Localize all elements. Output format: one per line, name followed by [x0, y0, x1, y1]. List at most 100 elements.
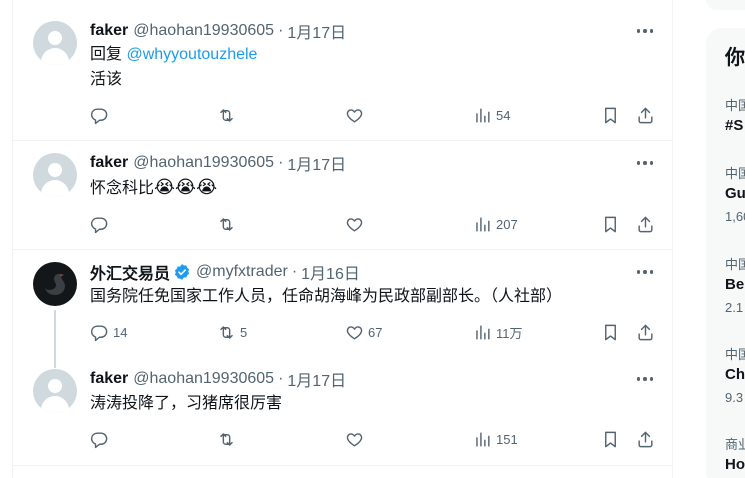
reply-icon — [90, 106, 109, 125]
avatar[interactable] — [33, 262, 77, 306]
trend-item[interactable]: Ch — [725, 366, 745, 383]
share-icon — [636, 430, 655, 449]
like-button[interactable]: 67 — [345, 321, 382, 343]
views-count: 54 — [496, 107, 511, 123]
retweet-icon — [217, 106, 236, 125]
share-button[interactable] — [636, 213, 655, 235]
views-count: 151 — [496, 431, 518, 447]
separator: · — [291, 263, 298, 280]
timeline: faker @haohan19930605 · 1月17日 回复 @whyyou… — [12, 0, 673, 478]
reply-button[interactable] — [90, 428, 113, 450]
reply-count: 14 — [113, 324, 128, 340]
default-avatar-icon[interactable] — [33, 369, 77, 413]
timestamp[interactable]: 1月17日 — [287, 19, 346, 43]
share-icon — [636, 215, 655, 234]
views-button[interactable]: 151 — [473, 428, 518, 450]
retweet-button[interactable] — [217, 213, 240, 235]
retweet-button[interactable] — [217, 428, 240, 450]
retweet-icon — [217, 323, 236, 342]
trend-item[interactable]: Gu — [725, 185, 745, 202]
tweet-text-body: 怀念科比 — [90, 180, 155, 197]
share-button[interactable] — [636, 321, 655, 343]
reply-button[interactable] — [90, 104, 113, 126]
like-icon — [345, 215, 364, 234]
like-button[interactable] — [345, 428, 368, 450]
tweet-text: 涛涛投降了，习猪席很厉害 — [90, 395, 283, 412]
trend-item[interactable]: Be — [725, 276, 744, 293]
tweet[interactable]: faker @haohan19930605 · 1月17日 回复 @whyyou… — [13, 9, 673, 141]
like-button[interactable] — [345, 213, 368, 235]
views-button[interactable]: 11万 — [473, 321, 523, 343]
tweet[interactable]: 外汇交易员 @myfxtrader · 1月16日 国务院任免国家工作人员，任命… — [13, 250, 673, 368]
like-icon — [345, 106, 364, 125]
bookmark-icon — [601, 323, 620, 342]
trend-category: 中国 — [725, 347, 745, 362]
trends-panel: 你 中国 #S 中国 Gu 1,60 中国 Be 2.1 中国 Ch 9.3 商… — [706, 28, 745, 478]
trend-category: 商业 — [725, 437, 745, 452]
retweet-icon — [217, 430, 236, 449]
bookmark-button[interactable] — [601, 428, 620, 450]
retweet-button[interactable]: 5 — [217, 321, 247, 343]
trend-category: 中国 — [725, 98, 745, 113]
tweet[interactable]: faker @haohan19930605 · 1月17日 怀念科比😭😭😭 20… — [13, 141, 673, 250]
bookmark-button[interactable] — [601, 321, 620, 343]
retweet-count: 5 — [240, 324, 248, 340]
tweet-text: 怀念科比😭😭😭 — [90, 177, 217, 199]
trends-title: 你 — [725, 47, 745, 69]
crying-emoji: 😭😭😭 — [154, 177, 218, 197]
bookmark-button[interactable] — [601, 104, 620, 126]
views-icon — [473, 106, 492, 125]
trend-category: 中国 — [725, 166, 745, 181]
mention-link[interactable]: @whyyoutouzhele — [126, 46, 257, 63]
action-bar: 54 — [90, 104, 660, 126]
bookmark-icon — [601, 430, 620, 449]
views-icon — [473, 323, 492, 342]
author-handle[interactable]: @myfxtrader — [196, 263, 288, 281]
like-button[interactable] — [345, 104, 368, 126]
retweet-button[interactable] — [217, 104, 240, 126]
retweet-icon — [217, 215, 236, 234]
author-name[interactable]: 外汇交易员 — [90, 260, 170, 284]
bookmark-button[interactable] — [601, 213, 620, 235]
views-button[interactable]: 54 — [473, 104, 510, 126]
trend-item[interactable]: #S — [725, 117, 743, 134]
more-icon[interactable] — [635, 369, 655, 389]
views-button[interactable]: 207 — [473, 213, 518, 235]
action-bar: 151 — [90, 428, 660, 450]
tweet-header: faker @haohan19930605 · 1月17日 — [90, 19, 346, 43]
bookmark-icon — [601, 106, 620, 125]
separator: · — [278, 22, 284, 39]
author-name[interactable]: faker — [90, 154, 128, 172]
author-name[interactable]: faker — [90, 22, 128, 40]
more-icon[interactable] — [635, 262, 655, 282]
bookmark-icon — [601, 215, 620, 234]
timestamp[interactable]: 1月17日 — [287, 151, 346, 175]
views-icon — [473, 430, 492, 449]
author-handle[interactable]: @haohan19930605 — [133, 154, 274, 172]
verified-badge-icon — [174, 264, 190, 280]
tweet-text: 国务院任免国家工作人员，任命胡海峰为民政部副部长。（人社部） — [90, 288, 563, 305]
sidebar-search-box[interactable] — [706, 0, 745, 10]
timestamp[interactable]: 1月17日 — [287, 367, 346, 391]
reply-context: 回复 @whyyoutouzhele — [90, 45, 257, 65]
share-icon — [636, 106, 655, 125]
share-icon — [636, 323, 655, 342]
tweet[interactable]: faker @haohan19930605 · 1月17日 涛涛投降了，习猪席很… — [13, 357, 673, 466]
timestamp[interactable]: 1月16日 — [301, 260, 360, 284]
author-name[interactable]: faker — [90, 370, 128, 388]
reply-button[interactable]: 14 — [90, 321, 127, 343]
tweet-text: 活该 — [90, 71, 123, 88]
default-avatar-icon[interactable] — [33, 21, 77, 65]
more-icon[interactable] — [635, 21, 655, 41]
author-handle[interactable]: @haohan19930605 — [133, 22, 274, 40]
more-icon[interactable] — [635, 153, 655, 173]
trend-item[interactable]: Ho — [725, 456, 745, 473]
reply-prefix: 回复 — [90, 46, 127, 63]
reply-button[interactable] — [90, 213, 113, 235]
tweet-header: 外汇交易员 @myfxtrader · 1月16日 — [90, 260, 360, 284]
share-button[interactable] — [636, 104, 655, 126]
author-handle[interactable]: @haohan19930605 — [133, 370, 274, 388]
action-bar: 207 — [90, 213, 660, 235]
share-button[interactable] — [636, 428, 655, 450]
default-avatar-icon[interactable] — [33, 153, 77, 197]
